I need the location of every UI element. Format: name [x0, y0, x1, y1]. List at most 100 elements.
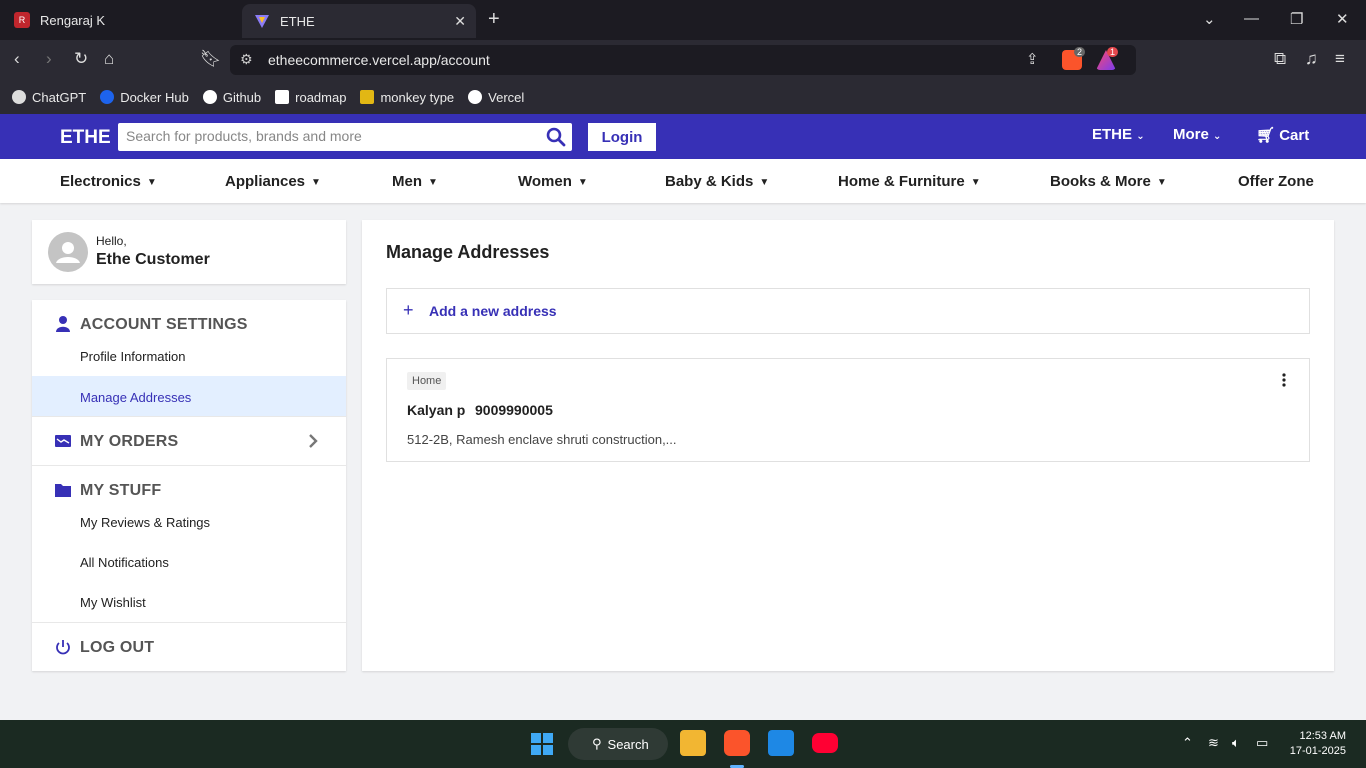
- share-icon[interactable]: ⇪: [1026, 50, 1039, 68]
- youtube-icon[interactable]: [812, 733, 838, 753]
- bookmark-label: Github: [222, 89, 262, 105]
- my-wishlist-link[interactable]: My Wishlist: [80, 595, 146, 610]
- account-sidebar: ACCOUNT SETTINGS Profile Information Man…: [32, 300, 346, 671]
- battery-icon[interactable]: ▭: [1256, 735, 1268, 751]
- wifi-icon[interactable]: ≋: [1208, 735, 1219, 751]
- address-line: 512-2B, Ramesh enclave shruti constructi…: [407, 432, 677, 447]
- cart-link[interactable]: 🛒︎ Cart: [1256, 126, 1309, 144]
- bookmark-label: roadmap: [295, 89, 347, 105]
- site-header: ETHE Login ETHE ⌄ More ⌄ 🛒︎ Cart: [0, 114, 1366, 159]
- category-label: Appliances: [225, 173, 306, 190]
- divider: [32, 465, 346, 466]
- search-box: [118, 123, 572, 151]
- my-stuff-heading: MY STUFF: [80, 482, 162, 499]
- back-icon[interactable]: ‹: [14, 49, 20, 69]
- profile-information-link[interactable]: Profile Information: [80, 349, 186, 364]
- windows-start-icon[interactable]: [530, 732, 554, 756]
- orders-icon: [55, 435, 71, 447]
- category-women[interactable]: Women ▼: [518, 173, 588, 190]
- close-window-icon[interactable]: ✕: [1336, 10, 1349, 28]
- tab-title: Rengaraj K: [40, 12, 106, 28]
- bookmark-roadmap[interactable]: roadmap: [275, 90, 346, 105]
- tab-ethe[interactable]: ETHE ✕: [242, 4, 476, 38]
- docker-icon: [100, 90, 115, 104]
- vercel-icon: [468, 90, 483, 104]
- reload-icon[interactable]: ↻: [74, 49, 88, 69]
- address-name: Kalyan p: [407, 402, 466, 418]
- add-address-label: Add a new address: [429, 303, 557, 319]
- forward-icon[interactable]: ›: [46, 49, 52, 69]
- browser-tab-bar: R Rengaraj K ETHE ✕ + ⌄ — ❐ ✕: [0, 0, 1366, 40]
- search-icon[interactable]: [546, 127, 566, 147]
- search-icon: ⚲: [592, 736, 602, 751]
- ethe-menu[interactable]: ETHE ⌄: [1092, 126, 1145, 143]
- tab-favicon-icon: R: [14, 12, 30, 28]
- category-label: Baby & Kids: [665, 173, 754, 190]
- menu-icon[interactable]: ≡: [1335, 49, 1345, 69]
- plus-icon: +: [403, 300, 414, 320]
- volume-icon[interactable]: 🔈︎: [1232, 735, 1240, 751]
- my-reviews-link[interactable]: My Reviews & Ratings: [80, 515, 210, 530]
- category-electronics[interactable]: Electronics ▼: [60, 173, 157, 190]
- category-offer-zone[interactable]: Offer Zone: [1238, 173, 1314, 190]
- login-button[interactable]: Login: [588, 123, 656, 151]
- address-bar[interactable]: ⚙ etheecommerce.vercel.app/account ⇪ 2 1: [230, 45, 1136, 75]
- category-label: Women: [518, 173, 572, 190]
- brave-browser-icon[interactable]: [724, 730, 750, 756]
- user-name: Ethe Customer: [96, 251, 210, 268]
- cart-label: Cart: [1279, 127, 1310, 144]
- category-men[interactable]: Men ▼: [392, 173, 438, 190]
- add-address-button[interactable]: + Add a new address: [386, 288, 1310, 334]
- rewards-count-badge: 1: [1107, 47, 1119, 57]
- minimize-icon[interactable]: —: [1244, 10, 1259, 27]
- logout-button[interactable]: LOG OUT: [32, 623, 346, 671]
- chevron-up-icon[interactable]: ⌃: [1182, 735, 1193, 751]
- bookmark-icon[interactable]: 🔖︎: [200, 49, 222, 69]
- file-explorer-icon[interactable]: [680, 730, 706, 756]
- bookmark-label: monkey type: [380, 89, 455, 105]
- tab-list-chevron-icon[interactable]: ⌄: [1203, 10, 1216, 28]
- category-home-furniture[interactable]: Home & Furniture ▼: [838, 173, 981, 190]
- media-icon[interactable]: ♫: [1305, 49, 1318, 69]
- taskbar-clock[interactable]: 12:53 AM 17-01-2025: [1290, 729, 1346, 759]
- chevron-down-icon: ⌄: [1213, 131, 1222, 142]
- clock-time: 12:53 AM: [1299, 730, 1346, 742]
- chatgpt-icon: [12, 90, 26, 104]
- category-books-more[interactable]: Books & More ▼: [1050, 173, 1167, 190]
- search-input[interactable]: [126, 128, 526, 144]
- bookmarks-bar: ChatGPT Docker Hub Github roadmap monkey…: [0, 80, 1366, 114]
- bookmark-docker-hub[interactable]: Docker Hub: [100, 90, 189, 105]
- user-avatar-icon: [56, 242, 80, 263]
- bookmark-label: Vercel: [488, 89, 525, 105]
- more-options-icon[interactable]: [1281, 373, 1287, 387]
- folder-icon: [55, 484, 71, 497]
- tab-rengaraj[interactable]: R Rengaraj K: [0, 0, 240, 40]
- category-label: Home & Furniture: [838, 173, 965, 190]
- close-tab-icon[interactable]: ✕: [454, 13, 466, 30]
- home-icon[interactable]: ⌂: [104, 49, 114, 69]
- user-greeting-card: Hello, Ethe Customer: [32, 220, 346, 284]
- bookmark-chatgpt[interactable]: ChatGPT: [12, 90, 86, 105]
- cart-icon: 🛒︎: [1256, 127, 1276, 144]
- all-notifications-link[interactable]: All Notifications: [80, 555, 169, 570]
- manage-addresses-link[interactable]: Manage Addresses: [32, 376, 346, 416]
- bookmark-monkey-type[interactable]: monkey type: [360, 90, 454, 105]
- vscode-icon[interactable]: [768, 730, 794, 756]
- bookmark-vercel[interactable]: Vercel: [468, 90, 524, 105]
- taskbar-search[interactable]: ⚲ Search: [568, 728, 668, 760]
- bookmark-github[interactable]: Github: [202, 89, 262, 105]
- bookmark-label: Docker Hub: [120, 89, 189, 105]
- my-orders-link[interactable]: MY ORDERS: [32, 417, 346, 465]
- restore-icon[interactable]: ❐: [1290, 10, 1303, 28]
- chevron-down-icon: ▼: [970, 177, 981, 188]
- site-settings-icon[interactable]: ⚙: [240, 51, 253, 68]
- extensions-icon[interactable]: ⧉: [1274, 49, 1286, 69]
- chevron-down-icon: ▼: [577, 177, 588, 188]
- new-tab-icon[interactable]: +: [488, 8, 500, 31]
- category-baby-kids[interactable]: Baby & Kids ▼: [665, 173, 769, 190]
- brave-count-badge: 2: [1074, 47, 1086, 57]
- site-logo[interactable]: ETHE: [60, 127, 111, 149]
- category-appliances[interactable]: Appliances ▼: [225, 173, 321, 190]
- account-settings-heading: ACCOUNT SETTINGS: [80, 316, 248, 333]
- more-menu[interactable]: More ⌄: [1173, 126, 1221, 143]
